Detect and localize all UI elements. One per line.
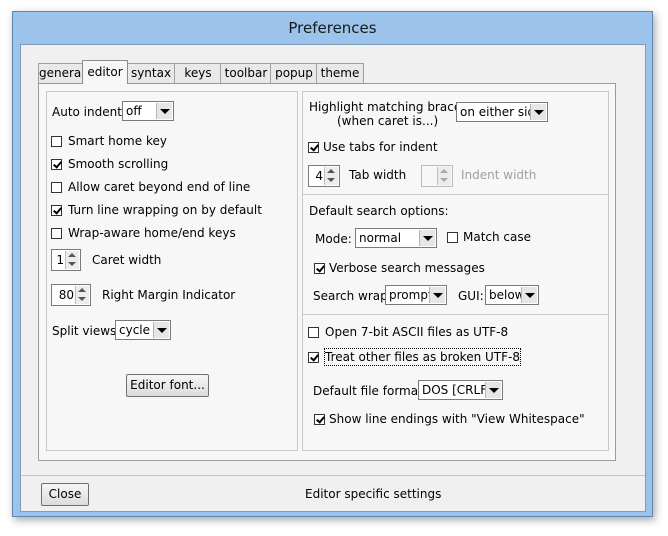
tab-width-spinner[interactable]: 4 [308,165,340,187]
spinner-arrows-icon[interactable] [75,286,89,304]
search-wrap-label: Search wrap: [313,289,392,303]
smooth-scrolling-checkbox[interactable] [51,159,62,170]
tab-syntax[interactable]: syntax [126,63,176,83]
spinner-arrows-icon [437,167,451,185]
mode-value: normal [359,231,402,245]
mode-select[interactable]: normal [355,228,437,248]
tab-editor[interactable]: editor [82,60,128,84]
caret-width-spinner[interactable]: 1 [51,249,81,271]
preferences-window: Preferences general editor syntax keys t… [12,11,653,517]
close-button-label: Close [48,487,82,501]
wrap-aware-home-end-label: Wrap-aware home/end keys [68,226,236,240]
open-ascii-utf8-checkbox[interactable] [308,327,319,338]
search-options-heading: Default search options: [309,204,449,218]
smart-home-label: Smart home key [68,134,167,148]
gui-value: below [489,288,525,302]
split-views-label: Split views: [52,324,121,338]
search-wrap-select[interactable]: prompt [385,285,447,305]
verbose-search-checkbox[interactable] [314,263,325,274]
line-wrapping-checkbox[interactable] [51,205,62,216]
dialog-client: general editor syntax keys toolbar popup… [20,44,646,512]
show-line-endings-label: Show line endings with "View Whitespace" [329,412,585,426]
divider [303,314,608,315]
smooth-scrolling-label: Smooth scrolling [68,157,169,171]
verbose-search-label: Verbose search messages [329,261,485,275]
chevron-down-icon [419,230,435,246]
window-title: Preferences [288,19,377,37]
split-views-select[interactable]: cycle [115,320,171,340]
caret-beyond-eol-checkbox[interactable] [51,182,62,193]
file-format-select[interactable]: DOS [CRLF] [418,380,503,400]
editor-font-button[interactable]: Editor font... [126,374,209,397]
left-group: Auto indent: off Smart home key Smooth s… [46,91,298,451]
close-button[interactable]: Close [41,483,89,506]
tab-width-value: 4 [315,169,323,183]
caret-width-value: 1 [56,253,64,267]
chevron-down-icon [429,287,445,303]
right-margin-value: 80 [58,288,74,302]
gui-label: GUI: [458,289,484,303]
tab-general[interactable]: general [38,63,85,83]
auto-indent-label: Auto indent: [52,105,126,119]
line-wrapping-label: Turn line wrapping on by default [68,203,262,217]
match-case-checkbox[interactable] [447,232,458,243]
footer-divider [21,475,645,476]
chevron-down-icon [156,103,172,119]
highlight-braces-sublabel: (when caret is...) [337,114,439,128]
right-group: Highlight matching braces (when caret is… [302,91,609,451]
treat-broken-utf8-label: Treat other files as broken UTF-8 [324,348,521,366]
tab-popup[interactable]: popup [270,63,318,83]
gui-select[interactable]: below [485,285,539,305]
auto-indent-value: off [126,104,142,118]
status-text: Editor specific settings [305,487,442,501]
spinner-arrows-icon[interactable] [65,251,79,269]
divider [303,194,608,195]
chevron-down-icon [521,287,537,303]
indent-width-label: Indent width [461,168,537,182]
split-views-value: cycle [119,323,151,337]
caret-width-label: Caret width [92,253,162,267]
use-tabs-checkbox[interactable] [308,142,319,153]
smart-home-checkbox[interactable] [51,136,62,147]
spinner-arrows-icon[interactable] [324,167,338,185]
search-wrap-value: prompt [389,288,433,302]
tab-theme[interactable]: theme [316,63,364,83]
highlight-braces-select[interactable]: on either side [456,102,548,122]
indent-width-spinner [421,165,453,187]
auto-indent-select[interactable]: off [122,101,174,121]
tab-width-label: Tab width [349,168,407,182]
chevron-down-icon [485,382,501,398]
show-line-endings-checkbox[interactable] [314,414,325,425]
chevron-down-icon [530,104,546,120]
file-format-value: DOS [CRLF] [422,383,492,397]
caret-beyond-eol-label: Allow caret beyond end of line [68,180,251,194]
chevron-down-icon [153,322,169,338]
file-format-label: Default file format: [313,384,427,398]
right-margin-label: Right Margin Indicator [102,288,236,302]
use-tabs-label: Use tabs for indent [323,140,438,154]
tab-keys[interactable]: keys [174,63,222,83]
treat-broken-utf8-checkbox[interactable] [308,352,319,363]
tab-toolbar[interactable]: toolbar [220,63,272,83]
mode-label: Mode: [315,232,352,246]
open-ascii-utf8-label: Open 7-bit ASCII files as UTF-8 [325,325,509,339]
wrap-aware-home-end-checkbox[interactable] [51,228,62,239]
right-margin-spinner[interactable]: 80 [51,284,91,306]
editor-tab-pane: Auto indent: off Smart home key Smooth s… [38,83,616,461]
match-case-label: Match case [463,230,532,244]
